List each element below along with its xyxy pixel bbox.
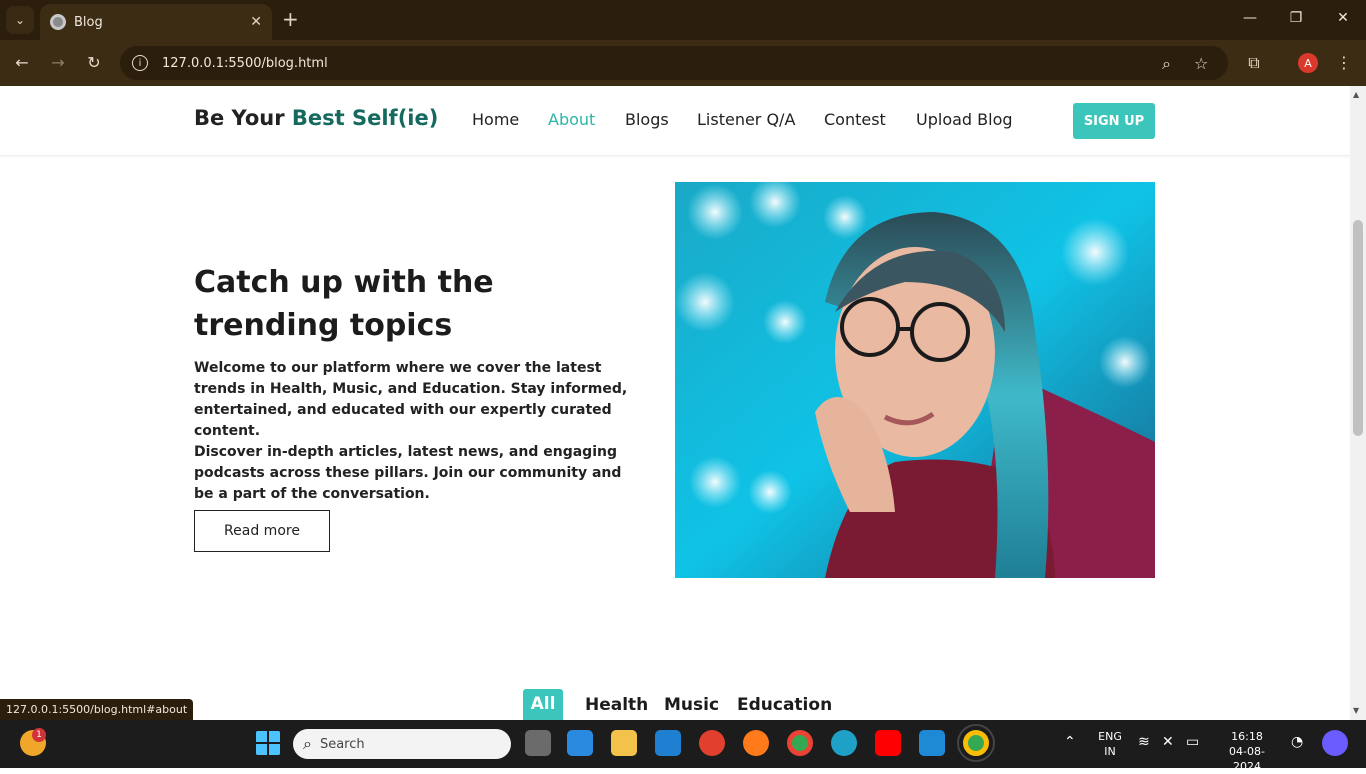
volume-muted-icon[interactable]: ✕ [1162,735,1174,750]
brand-plain: Be Your [194,106,292,130]
edge-icon[interactable] [831,730,857,756]
clock[interactable]: 16:18 04-08-2024 [1216,729,1278,774]
globe-icon [50,14,66,30]
chrome-icon[interactable] [787,730,813,756]
nav-upload-blog[interactable]: Upload Blog [916,110,1013,129]
hero-description: Welcome to our platform where we cover t… [194,358,644,505]
notification-badge: 1 [32,728,46,742]
minimize-button[interactable]: — [1240,10,1260,26]
search-placeholder: Search [319,736,365,752]
address-bar[interactable]: i 127.0.0.1:5500/blog.html ⌕ ☆ [120,46,1228,80]
taskbar-search-box[interactable]: ⌕ Search [293,729,511,759]
time-text: 16:18 [1231,730,1263,743]
hero-paragraph-2: Discover in-depth articles, latest news,… [194,444,622,502]
tab-title: Blog [74,14,103,30]
nav-home[interactable]: Home [472,110,519,129]
sign-up-button[interactable]: SIGN UP [1073,103,1155,139]
filter-all[interactable]: All [523,689,563,720]
profile-avatar[interactable]: A [1298,53,1318,73]
site-header: Be Your Best Self(ie) Home About Blogs L… [0,86,1350,156]
chevron-up-icon[interactable]: ⌃ [1064,735,1076,750]
language-code: ENG [1098,730,1122,743]
hero-paragraph-1: Welcome to our platform where we cover t… [194,360,628,439]
nav-blogs[interactable]: Blogs [625,110,669,129]
copilot-icon[interactable] [1322,730,1348,756]
site-info-icon[interactable]: i [132,55,148,71]
site-logo[interactable]: Be Your Best Self(ie) [194,106,438,130]
filter-education[interactable]: Education [737,695,832,715]
nav-listener-qa[interactable]: Listener Q/A [697,110,795,129]
date-text: 04-08-2024 [1229,745,1265,773]
nav-about[interactable]: About [548,110,595,129]
page-viewport: Be Your Best Self(ie) Home About Blogs L… [0,86,1350,720]
zoom-icon[interactable]: ⌕ [1162,54,1171,74]
restore-button[interactable]: ❐ [1286,10,1306,26]
browser-toolbar: ← → ↻ i 127.0.0.1:5500/blog.html ⌕ ☆ ⧉ A… [0,40,1366,86]
mail-icon[interactable] [655,730,681,756]
read-more-button[interactable]: Read more [194,510,330,552]
microsoft-store-icon[interactable] [567,730,593,756]
browser-titlebar: ⌄ Blog ✕ + — ❐ ✕ [0,0,1366,40]
search-icon: ⌕ [303,734,312,753]
task-view-icon[interactable] [525,730,551,756]
notification-bell-icon[interactable]: ◔ [1291,735,1303,750]
chrome-profile-icon[interactable] [957,724,995,762]
url-text[interactable]: 127.0.0.1:5500/blog.html [162,56,328,71]
filter-health[interactable]: Health [585,695,648,715]
reload-icon[interactable]: ↻ [84,53,104,72]
back-icon[interactable]: ← [12,53,32,72]
file-explorer-icon[interactable] [611,730,637,756]
bookmark-star-icon[interactable]: ☆ [1194,54,1208,73]
windows-start-icon[interactable] [255,730,281,756]
close-window-button[interactable]: ✕ [1333,10,1353,26]
language-indicator[interactable]: ENG IN [1094,729,1126,759]
extensions-icon[interactable]: ⧉ [1244,53,1264,73]
tab-search-button[interactable]: ⌄ [6,6,34,34]
menu-kebab-icon[interactable]: ⋮ [1334,53,1354,72]
nav-contest[interactable]: Contest [824,110,886,129]
scroll-up-arrow[interactable]: ▲ [1353,90,1359,99]
wps-office-icon[interactable] [699,730,725,756]
vscode-icon[interactable] [919,730,945,756]
scroll-thumb[interactable] [1353,220,1363,436]
battery-icon[interactable]: ▭ [1186,735,1199,750]
browser-tab[interactable]: Blog ✕ [40,4,272,40]
filter-music[interactable]: Music [664,695,719,715]
scroll-down-arrow[interactable]: ▼ [1353,706,1359,715]
forward-icon[interactable]: → [48,53,68,72]
page-scrollbar[interactable]: ▲ ▼ [1350,86,1366,720]
firefox-icon[interactable] [743,730,769,756]
brand-accent: Best Self(ie) [291,106,439,130]
new-tab-button[interactable]: + [282,8,299,30]
windows-taskbar: 1 ⌕ Search ⌃ ENG IN ≋ ✕ ▭ 16:18 04-08-20… [0,720,1366,773]
link-status-tooltip: 127.0.0.1:5500/blog.html#about [0,699,194,720]
hero-portrait-image [675,182,1155,578]
hero-title: Catch up with the trending topics [194,265,494,343]
close-tab-icon[interactable]: ✕ [250,14,262,30]
wifi-icon[interactable]: ≋ [1138,735,1150,750]
region-code: IN [1104,745,1116,758]
youtube-icon[interactable] [875,730,901,756]
